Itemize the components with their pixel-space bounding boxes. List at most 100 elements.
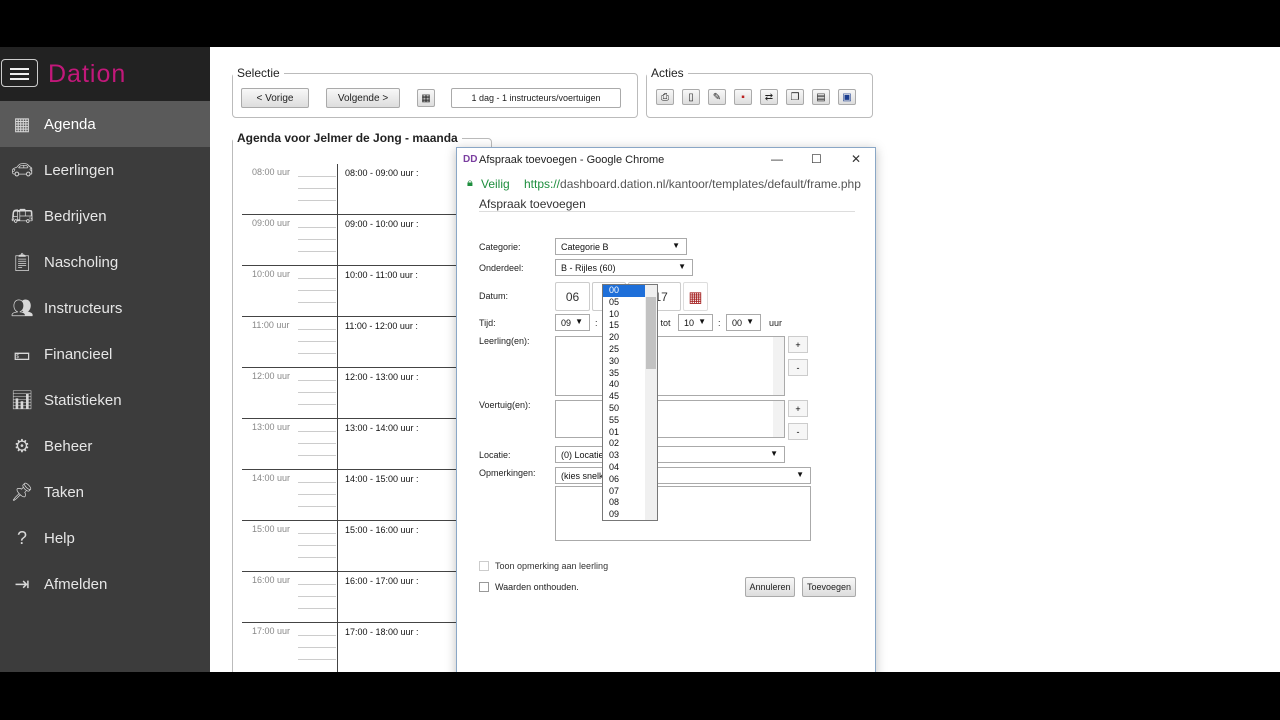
document-icon[interactable]: ▤ (812, 89, 830, 105)
edit-icon[interactable]: ✎ (708, 89, 726, 105)
minute-option[interactable]: 30 (603, 356, 647, 368)
url-text[interactable]: https://dashboard.dation.nl/kantoor/temp… (524, 177, 861, 191)
add-voertuig-button[interactable]: + (788, 400, 808, 417)
save-icon[interactable]: ▣ (838, 89, 856, 105)
opmerking-select[interactable]: (kies snelk ▼ (555, 467, 811, 484)
agenda-hour-row[interactable]: 11:00 uur 11:00 - 12:00 uur : (242, 317, 472, 368)
voertuigen-list[interactable] (555, 400, 785, 438)
minute-option[interactable]: 45 (603, 391, 647, 403)
annuleren-button[interactable]: Annuleren (745, 577, 795, 597)
agenda-hour-row[interactable]: 08:00 uur 08:00 - 09:00 uur : (242, 164, 472, 215)
end-minute-select[interactable]: 00 ▼ (726, 314, 761, 331)
next-button[interactable]: Volgende > (326, 88, 400, 108)
agenda-hour-row[interactable]: 09:00 uur 09:00 - 10:00 uur : (242, 215, 472, 266)
waarden-onthouden-checkbox[interactable] (479, 582, 489, 592)
time-slot[interactable]: 12:00 - 13:00 uur : (345, 372, 419, 382)
agenda-hour-row[interactable]: 14:00 uur 14:00 - 15:00 uur : (242, 470, 472, 521)
pin-icon: 📌︎ (10, 481, 34, 502)
minute-dropdown-list[interactable]: 00 05 10 15 20 25 30 35 40 45 50 55 01 02 03 04 06 07 08 09 (602, 284, 658, 521)
quarter-ticks (298, 572, 336, 623)
minute-option[interactable]: 25 (603, 344, 647, 356)
calendar-picker-icon[interactable]: ▦ (417, 89, 435, 107)
day-input[interactable]: 06 (555, 282, 590, 311)
minute-option[interactable]: 40 (603, 379, 647, 391)
toon-opmerking-checkbox[interactable] (479, 561, 489, 571)
time-slot[interactable]: 17:00 - 18:00 uur : (345, 627, 419, 637)
agenda-hour-row[interactable]: 17:00 uur 17:00 - 18:00 uur : (242, 623, 472, 672)
print-icon[interactable]: ⎙ (656, 89, 674, 105)
leerlingen-list[interactable] (555, 336, 785, 396)
minute-option[interactable]: 07 (603, 486, 647, 498)
scrollbar[interactable] (773, 401, 784, 437)
minute-option[interactable]: 15 (603, 320, 647, 332)
sidebar-item-nascholing[interactable]: 📋︎ Nascholing (0, 239, 210, 285)
cars-icon: 🚗︎ (10, 159, 34, 180)
sidebar-item-taken[interactable]: 📌︎ Taken (0, 469, 210, 515)
locatie-select[interactable]: (0) Locatie ▼ (555, 446, 785, 463)
end-hour-select[interactable]: 10 ▼ (678, 314, 713, 331)
sidebar-item-statistieken[interactable]: 📊︎ Statistieken (0, 377, 210, 423)
minute-option[interactable]: 55 (603, 415, 647, 427)
time-slot[interactable]: 08:00 - 09:00 uur : (345, 168, 419, 178)
scrollbar-thumb[interactable] (646, 297, 656, 369)
sidebar-item-instructeurs[interactable]: 👥︎ Instructeurs (0, 285, 210, 331)
minute-option[interactable]: 50 (603, 403, 647, 415)
minimize-icon[interactable]: — (771, 152, 783, 166)
delete-icon[interactable]: ▪ (734, 89, 752, 105)
address-bar[interactable]: 🔒︎ Veilig https://dashboard.dation.nl/ka… (457, 172, 875, 196)
minute-option[interactable]: 10 (603, 309, 647, 321)
sidebar-item-bedrijven[interactable]: 🚌︎ Bedrijven (0, 193, 210, 239)
minute-option[interactable]: 01 (603, 427, 647, 439)
minute-option[interactable]: 04 (603, 462, 647, 474)
minute-option[interactable]: 35 (603, 368, 647, 380)
agenda-hour-row[interactable]: 16:00 uur 16:00 - 17:00 uur : (242, 572, 472, 623)
toevoegen-button[interactable]: Toevoegen (802, 577, 856, 597)
agenda-hour-row[interactable]: 12:00 uur 12:00 - 13:00 uur : (242, 368, 472, 419)
minute-option[interactable]: 05 (603, 297, 647, 309)
start-hour-select[interactable]: 09 ▼ (555, 314, 590, 331)
minute-option[interactable]: 02 (603, 438, 647, 450)
close-icon[interactable]: ✕ (851, 152, 861, 166)
dropdown-scrollbar[interactable] (645, 285, 657, 520)
sidebar-item-agenda[interactable]: ▦ Agenda (0, 101, 210, 147)
add-leerling-button[interactable]: + (788, 336, 808, 353)
minute-option[interactable]: 09 (603, 509, 647, 520)
agenda-hour-row[interactable]: 13:00 uur 13:00 - 14:00 uur : (242, 419, 472, 470)
minute-option[interactable]: 00 (603, 285, 647, 297)
sidebar-item-help[interactable]: ? Help (0, 515, 210, 561)
onderdeel-select[interactable]: B - Rijles (60) ▼ (555, 259, 693, 276)
selectie-legend: Selectie (237, 66, 280, 80)
time-slot[interactable]: 11:00 - 12:00 uur : (345, 321, 418, 331)
scrollbar[interactable] (773, 337, 784, 395)
time-slot[interactable]: 14:00 - 15:00 uur : (345, 474, 419, 484)
hamburger-menu-button[interactable] (1, 59, 38, 87)
minute-option[interactable]: 20 (603, 332, 647, 344)
view-select[interactable]: 1 dag - 1 instructeurs/voertuigen (451, 88, 621, 108)
agenda-hour-row[interactable]: 10:00 uur 10:00 - 11:00 uur : (242, 266, 472, 317)
time-slot[interactable]: 16:00 - 17:00 uur : (345, 576, 419, 586)
remove-leerling-button[interactable]: - (788, 359, 808, 376)
time-slot[interactable]: 09:00 - 10:00 uur : (345, 219, 419, 229)
time-slot[interactable]: 15:00 - 16:00 uur : (345, 525, 419, 535)
move-icon[interactable]: ⇄ (760, 89, 778, 105)
minute-option[interactable]: 03 (603, 450, 647, 462)
new-doc-icon[interactable]: ▯ (682, 89, 700, 105)
prev-button[interactable]: < Vorige (241, 88, 309, 108)
calendar-icon[interactable]: ▦ (683, 282, 708, 311)
time-slot[interactable]: 10:00 - 11:00 uur : (345, 270, 418, 280)
toon-opmerking-label: Toon opmerking aan leerling (495, 561, 609, 571)
sidebar-item-financieel[interactable]: 💵︎ Financieel (0, 331, 210, 377)
maximize-icon[interactable]: ☐ (811, 152, 822, 166)
categorie-select[interactable]: Categorie B ▼ (555, 238, 687, 255)
sidebar-item-leerlingen[interactable]: 🚗︎ Leerlingen (0, 147, 210, 193)
minute-option[interactable]: 06 (603, 474, 647, 486)
sidebar-item-beheer[interactable]: ⚙ Beheer (0, 423, 210, 469)
opmerkingen-textarea[interactable] (555, 486, 811, 541)
agenda-hour-row[interactable]: 15:00 uur 15:00 - 16:00 uur : (242, 521, 472, 572)
time-slot[interactable]: 13:00 - 14:00 uur : (345, 423, 419, 433)
sidebar-item-afmelden[interactable]: ⇥ Afmelden (0, 561, 210, 607)
quarter-ticks (298, 521, 336, 572)
copy-icon[interactable]: ❐ (786, 89, 804, 105)
minute-option[interactable]: 08 (603, 497, 647, 509)
remove-voertuig-button[interactable]: - (788, 423, 808, 440)
